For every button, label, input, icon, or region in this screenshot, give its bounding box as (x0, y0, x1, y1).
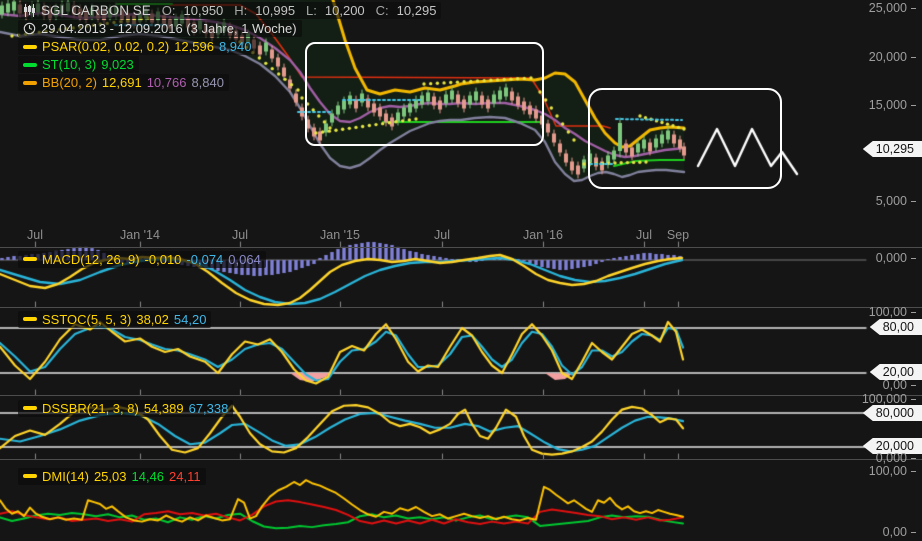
dmi-value-2: 14,46 (132, 469, 165, 484)
main-legend: SGL CARBON SE O: 10,950 H: 10,995 L: 10,200… (18, 2, 445, 92)
price-axis-label: 5,000 (876, 194, 916, 208)
time-label: Jan '15 (320, 228, 360, 242)
date-range: 29.04.2013 - 12.09.2016 (3 Jahre, 1 Woch… (41, 21, 297, 36)
sstoc-axis-hi: 100,00 (869, 305, 916, 319)
legend-st[interactable]: ST(10, 3) 9,023 (18, 56, 445, 73)
sstoc-dash-icon (23, 317, 37, 321)
price-axis-label: 25,000 (869, 1, 916, 15)
time-label: Sep (667, 228, 689, 242)
sstoc-value-1: 38,02 (136, 312, 169, 327)
time-label: Jul (636, 228, 652, 242)
price-axis-label: 20,000 (869, 50, 916, 64)
panel-separator[interactable] (0, 307, 922, 308)
macd-label: MACD(12, 26, 9) (42, 252, 140, 267)
sstoc-value-2: 54,20 (174, 312, 207, 327)
macd-zero-label: 0,000 (876, 251, 916, 265)
macd-value-2: -0,074 (186, 252, 223, 267)
bb-value-1: 12,691 (102, 75, 142, 90)
time-label: Jul (434, 228, 450, 242)
sstoc-axis-lo: 0,00 (883, 378, 916, 392)
sstoc-badge-80: 80,00 (870, 319, 922, 335)
dmi-value-3: 24,11 (169, 469, 201, 484)
ohlc-high-label: H: (234, 3, 247, 18)
annotation-rectangle-2[interactable] (588, 88, 782, 189)
dssbr-axis-hi: 100,000 (862, 392, 916, 406)
symbol-row[interactable]: SGL CARBON SE O: 10,950 H: 10,995 L: 10,200… (18, 2, 445, 19)
dssbr-dash-icon (23, 406, 37, 410)
dssbr-axis-lo: 0,000 (876, 451, 916, 465)
ohlc-open-label: O: (162, 3, 176, 18)
time-label: Jan '16 (523, 228, 563, 242)
ohlc-low-label: L: (306, 3, 317, 18)
candlestick-chart-icon (23, 4, 36, 17)
legend-bb[interactable]: BB(20, 2) 12,691 10,766 8,840 (18, 74, 445, 91)
panel-separator[interactable] (0, 247, 922, 248)
legend-psar[interactable]: PSAR(0.02, 0.02, 0.2) 12,596 8,940 (18, 38, 445, 55)
macd-legend[interactable]: MACD(12, 26, 9) -0,010 -0,074 0,064 (18, 251, 270, 267)
psar-value-2: 8,940 (219, 39, 252, 54)
time-label: Jul (27, 228, 43, 242)
panel-separator[interactable] (0, 395, 922, 396)
dmi-axis-hi: 100,00 (869, 464, 916, 478)
date-range-row[interactable]: 29.04.2013 - 12.09.2016 (3 Jahre, 1 Woch… (18, 20, 445, 37)
dmi-value-1: 25,03 (94, 469, 127, 484)
bb-value-2: 10,766 (147, 75, 187, 90)
st-label: ST(10, 3) (42, 57, 96, 72)
ohlc-close-label: C: (376, 3, 389, 18)
dmi-legend[interactable]: DMI(14) 25,03 14,46 24,11 (18, 468, 210, 484)
dssbr-value-2: 67,338 (189, 401, 229, 416)
dmi-axis-lo: 0,00 (883, 525, 916, 539)
time-label: Jan '14 (120, 228, 160, 242)
bb-dash-icon (23, 81, 37, 85)
st-value-1: 9,023 (101, 57, 134, 72)
ohlc-high-value: 10,995 (255, 3, 295, 18)
st-dash-icon (23, 63, 37, 67)
dmi-label: DMI(14) (42, 469, 89, 484)
macd-value-3: 0,064 (228, 252, 261, 267)
psar-value-1: 12,596 (174, 39, 214, 54)
last-price-badge: 10,295 (863, 141, 922, 157)
time-label: Jul (232, 228, 248, 242)
macd-value-1: -0,010 (145, 252, 182, 267)
bb-value-3: 8,840 (191, 75, 224, 90)
ohlc-low-value: 10,200 (325, 3, 365, 18)
psar-label: PSAR(0.02, 0.02, 0.2) (42, 39, 169, 54)
dssbr-value-1: 54,389 (144, 401, 184, 416)
ohlc-open-value: 10,950 (184, 3, 224, 18)
chart-app: SGL CARBON SE O: 10,950 H: 10,995 L: 10,200… (0, 0, 922, 541)
bb-label: BB(20, 2) (42, 75, 97, 90)
symbol-title: SGL CARBON SE (41, 3, 151, 18)
sstoc-label: SSTOC(5, 5, 3) (42, 312, 131, 327)
dmi-dash-icon (23, 474, 37, 478)
psar-dash-icon (23, 45, 37, 49)
clock-icon (23, 22, 36, 35)
dssbr-label: DSSBR(21, 3, 8) (42, 401, 139, 416)
dssbr-legend[interactable]: DSSBR(21, 3, 8) 54,389 67,338 (18, 400, 237, 416)
dssbr-badge-80: 80,000 (863, 405, 922, 421)
macd-dash-icon (23, 257, 37, 261)
sstoc-legend[interactable]: SSTOC(5, 5, 3) 38,02 54,20 (18, 311, 215, 327)
ohlc-close-value: 10,295 (397, 3, 437, 18)
price-axis-label: 15,000 (869, 98, 916, 112)
panel-separator[interactable] (0, 459, 922, 460)
